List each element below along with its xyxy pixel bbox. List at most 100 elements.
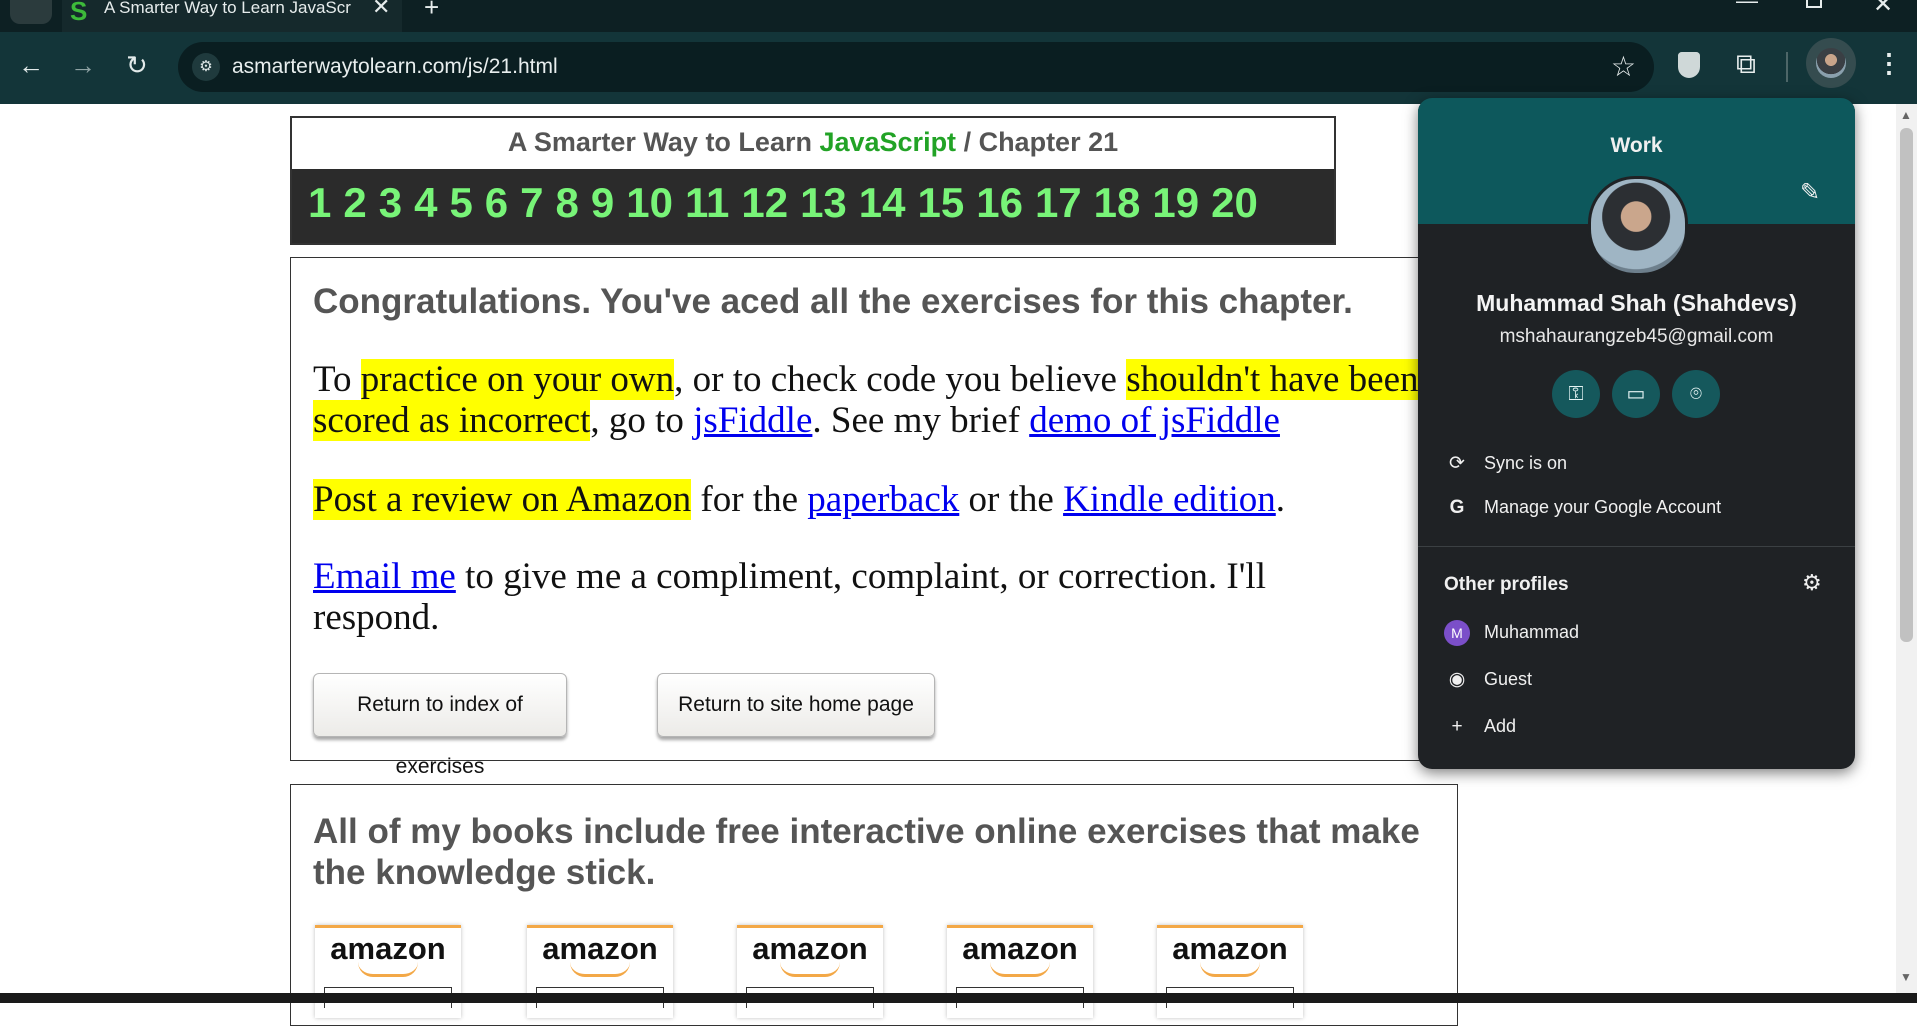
chapter-link[interactable]: 11 bbox=[685, 179, 729, 227]
kebab-menu-icon[interactable]: ⋮ bbox=[1876, 48, 1902, 79]
url-text[interactable]: asmarterwaytolearn.com/js/21.html bbox=[232, 55, 558, 79]
puzzle-icon[interactable]: ⧉ bbox=[1736, 48, 1756, 81]
highlight-text: Post a review on Amazon bbox=[313, 479, 692, 520]
chapter-link[interactable]: 12 bbox=[741, 179, 788, 227]
chapter-link[interactable]: 16 bbox=[976, 179, 1023, 227]
breadcrumb-chapter: / Chapter 21 bbox=[956, 127, 1119, 157]
gear-icon[interactable]: ⚙ bbox=[1802, 570, 1822, 596]
text: . See my brief bbox=[812, 400, 1030, 441]
return-index-button[interactable]: Return to index of exercises bbox=[313, 673, 567, 778]
plus-icon[interactable]: + bbox=[424, 0, 439, 23]
amazon-book-card[interactable]: amazon bbox=[1157, 925, 1303, 1018]
chapter-header: A Smarter Way to Learn JavaScript / Chap… bbox=[290, 116, 1336, 245]
minimize-icon[interactable]: — bbox=[1736, 0, 1758, 14]
chapter-link[interactable]: 2 bbox=[343, 179, 366, 227]
google-icon: G bbox=[1449, 497, 1465, 518]
breadcrumb: A Smarter Way to Learn JavaScript / Chap… bbox=[292, 127, 1334, 158]
back-arrow-icon[interactable]: ← bbox=[18, 50, 44, 81]
address-bar[interactable]: ⚙ asmarterwaytolearn.com/js/21.html ☆ bbox=[178, 42, 1654, 92]
chapter-link[interactable]: 3 bbox=[379, 179, 402, 227]
sync-status-item[interactable]: ⟳ Sync is on bbox=[1444, 452, 1567, 475]
manage-account-item[interactable]: G Manage your Google Account bbox=[1444, 497, 1722, 519]
books-panel: All of my books include free interactive… bbox=[290, 784, 1458, 1026]
guest-icon: ◉ bbox=[1448, 669, 1466, 690]
chapter-link[interactable]: 15 bbox=[918, 179, 965, 227]
text: , or to check code you believe bbox=[674, 359, 1127, 400]
amazon-book-card[interactable]: amazon bbox=[315, 925, 461, 1018]
email-link[interactable]: Email me bbox=[313, 556, 456, 597]
amazon-book-card[interactable]: amazon bbox=[737, 925, 883, 1018]
profile-item-label: Muhammad bbox=[1484, 622, 1580, 642]
chapter-link[interactable]: 5 bbox=[449, 179, 472, 227]
chapter-link[interactable]: 9 bbox=[591, 179, 614, 227]
amazon-logo: amazon bbox=[330, 931, 446, 966]
chapter-link[interactable]: 1 bbox=[308, 179, 331, 227]
amazon-book-card[interactable]: amazon bbox=[527, 925, 673, 1018]
amazon-book-card[interactable]: amazon bbox=[947, 925, 1093, 1018]
return-home-button[interactable]: Return to site home page bbox=[657, 673, 935, 737]
text: , go to bbox=[590, 400, 694, 441]
profile-email: mshahaurangzeb45@gmail.com bbox=[1499, 326, 1774, 347]
chapter-link[interactable]: 6 bbox=[485, 179, 508, 227]
pencil-icon[interactable]: ✎ bbox=[1800, 178, 1820, 207]
profile-initial-avatar: M bbox=[1444, 620, 1470, 646]
chapter-link[interactable]: 8 bbox=[556, 179, 579, 227]
chapter-link[interactable]: 7 bbox=[520, 179, 543, 227]
credit-card-icon[interactable]: ▭ bbox=[1612, 370, 1660, 418]
browser-toolbar: ← → ↻ ⚙ asmarterwaytolearn.com/js/21.htm… bbox=[0, 32, 1917, 104]
congrats-heading: Congratulations. You've aced all the exe… bbox=[313, 282, 1353, 321]
guest-profile-item[interactable]: ◉ Guest bbox=[1444, 668, 1532, 691]
manage-label: Manage your Google Account bbox=[1484, 497, 1722, 517]
chapter-link[interactable]: 14 bbox=[859, 179, 906, 227]
other-profiles-heading: Other profiles bbox=[1444, 574, 1569, 595]
text: for the bbox=[691, 479, 808, 520]
jsfiddle-demo-link[interactable]: demo of jsFiddle bbox=[1029, 400, 1280, 441]
tab-list-icon[interactable] bbox=[10, 0, 52, 24]
tab-strip: S A Smarter Way to Learn JavaScr ✕ + — ✕ bbox=[0, 0, 1917, 32]
scroll-down-icon[interactable]: ▼ bbox=[1900, 970, 1912, 984]
profile-item-muhammad[interactable]: M Muhammad bbox=[1444, 620, 1579, 646]
scroll-thumb[interactable] bbox=[1900, 128, 1913, 642]
chapter-link[interactable]: 18 bbox=[1094, 179, 1141, 227]
reload-icon[interactable]: ↻ bbox=[126, 50, 148, 81]
star-icon[interactable]: ☆ bbox=[1611, 50, 1636, 83]
close-icon[interactable]: ✕ bbox=[372, 0, 390, 20]
page-scrollbar[interactable]: ▲ ▼ bbox=[1896, 104, 1917, 1003]
amazon-logo: amazon bbox=[1172, 931, 1288, 966]
amazon-logo: amazon bbox=[542, 931, 658, 966]
add-label: Add bbox=[1484, 716, 1517, 736]
review-paragraph: Post a review on Amazon for the paperbac… bbox=[313, 479, 1493, 520]
maximize-icon[interactable] bbox=[1806, 0, 1822, 8]
chapter-link[interactable]: 10 bbox=[626, 179, 673, 227]
active-tab[interactable]: S A Smarter Way to Learn JavaScr ✕ bbox=[62, 0, 402, 32]
sync-label: Sync is on bbox=[1484, 453, 1568, 473]
chapter-link[interactable]: 13 bbox=[800, 179, 847, 227]
kindle-link[interactable]: Kindle edition bbox=[1063, 479, 1276, 520]
forward-arrow-icon[interactable]: → bbox=[70, 50, 96, 81]
chapter-nav: 1 2 3 4 5 6 7 8 9 10 11 12 13 14 15 16 17 18 19 20 bbox=[292, 169, 1334, 243]
email-paragraph: Email me to give me a compliment, compla… bbox=[313, 556, 1373, 638]
scroll-up-icon[interactable]: ▲ bbox=[1900, 108, 1912, 122]
location-pin-icon[interactable]: ⌾ bbox=[1672, 370, 1720, 418]
profile-menu: Work ✎ Muhammad Shah (Shahdevs) mshahaur… bbox=[1418, 98, 1855, 769]
breadcrumb-prefix: A Smarter Way to Learn bbox=[507, 127, 820, 157]
chapter-link[interactable]: 19 bbox=[1152, 179, 1199, 227]
breadcrumb-javascript: JavaScript bbox=[819, 127, 957, 157]
jsfiddle-link[interactable]: jsFiddle bbox=[693, 400, 812, 441]
text: or the bbox=[959, 479, 1064, 520]
key-icon[interactable]: ⚿ bbox=[1552, 370, 1600, 418]
chapter-link[interactable]: 4 bbox=[414, 179, 437, 227]
chapter-link[interactable]: 20 bbox=[1211, 179, 1258, 227]
menu-divider bbox=[1418, 546, 1855, 547]
sync-icon: ⟳ bbox=[1449, 453, 1465, 474]
shield-extension-icon[interactable] bbox=[1678, 52, 1700, 78]
add-profile-item[interactable]: + Add bbox=[1444, 716, 1516, 738]
books-heading: All of my books include free interactive… bbox=[313, 812, 1420, 892]
site-info-icon[interactable]: ⚙ bbox=[192, 53, 220, 81]
profile-avatar-small bbox=[1816, 48, 1846, 78]
window-close-icon[interactable]: ✕ bbox=[1873, 0, 1893, 19]
chapter-link[interactable]: 17 bbox=[1035, 179, 1082, 227]
paperback-link[interactable]: paperback bbox=[807, 479, 959, 520]
profile-name: Muhammad Shah (Shahdevs) bbox=[1476, 290, 1797, 316]
profile-button[interactable] bbox=[1806, 38, 1856, 88]
